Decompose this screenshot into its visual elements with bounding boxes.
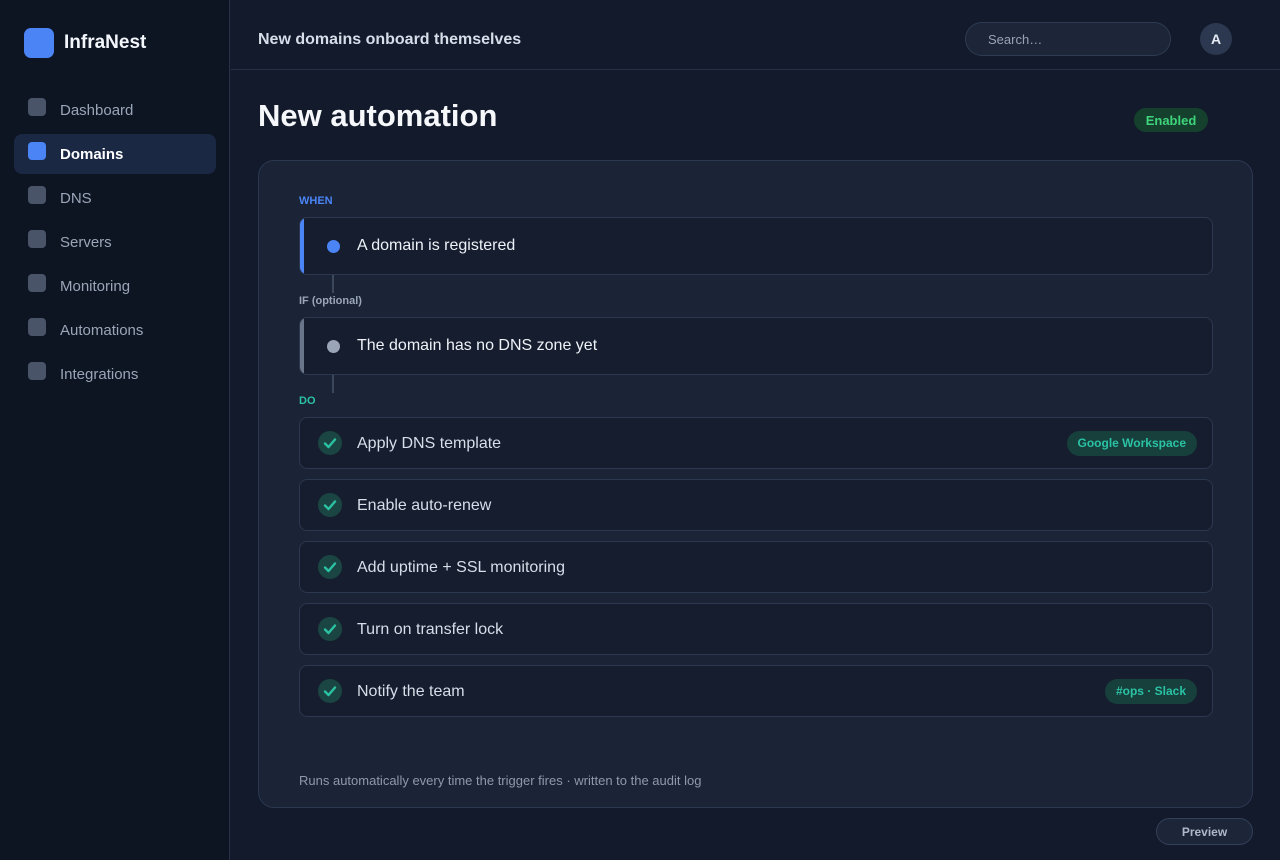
- topbar-title: New domains onboard themselves: [258, 31, 522, 48]
- action-item[interactable]: Enable auto-renew: [299, 479, 1213, 531]
- sidebar-item-domains[interactable]: Domains: [14, 134, 216, 174]
- monitoring-icon: [28, 274, 46, 292]
- sidebar-item-servers[interactable]: Servers: [14, 222, 216, 262]
- topbar: New domains onboard themselves A: [231, 0, 1280, 70]
- action-text: Apply DNS template: [357, 435, 502, 452]
- condition-step[interactable]: The domain has no DNS zone yet: [299, 317, 1213, 375]
- automations-icon: [28, 318, 46, 336]
- condition-accent: [300, 318, 304, 374]
- trigger-accent: [300, 218, 304, 274]
- condition-dot-icon: [327, 340, 340, 353]
- status-badge[interactable]: Enabled: [1134, 108, 1208, 132]
- check-icon: [318, 679, 342, 703]
- sidebar-item-dashboard[interactable]: Dashboard: [14, 90, 216, 130]
- sidebar-item-dns[interactable]: DNS: [14, 178, 216, 218]
- search-input[interactable]: [965, 22, 1171, 56]
- brand[interactable]: InfraNest: [24, 28, 146, 58]
- action-item[interactable]: Notify the team #ops · Slack: [299, 665, 1213, 717]
- servers-icon: [28, 230, 46, 248]
- sidebar-item-label: Domains: [60, 145, 124, 163]
- connector-line: [332, 375, 334, 393]
- connector-line: [332, 275, 334, 293]
- do-label: DO: [299, 395, 316, 407]
- action-text: Enable auto-renew: [357, 497, 492, 514]
- avatar[interactable]: A: [1200, 23, 1232, 55]
- check-icon: [318, 493, 342, 517]
- trigger-step[interactable]: A domain is registered: [299, 217, 1213, 275]
- action-item[interactable]: Turn on transfer lock: [299, 603, 1213, 655]
- sidebar-item-label: Dashboard: [60, 101, 134, 119]
- action-tag: #ops · Slack: [1104, 679, 1197, 704]
- sidebar-item-integrations[interactable]: Integrations: [14, 354, 216, 394]
- check-icon: [318, 617, 342, 641]
- check-icon: [318, 555, 342, 579]
- dns-icon: [28, 186, 46, 204]
- trigger-text: A domain is registered: [357, 237, 516, 254]
- action-item[interactable]: Add uptime + SSL monitoring: [299, 541, 1213, 593]
- action-text: Add uptime + SSL monitoring: [357, 559, 565, 576]
- sidebar-item-label: Monitoring: [60, 277, 131, 295]
- sidebar-item-label: Integrations: [60, 365, 139, 383]
- condition-text: The domain has no DNS zone yet: [357, 337, 598, 354]
- app-name: InfraNest: [64, 32, 147, 53]
- if-label: IF (optional): [299, 295, 362, 307]
- trigger-dot-icon: [327, 240, 340, 253]
- automation-card: WHEN A domain is registered IF (optional…: [258, 160, 1253, 808]
- integrations-icon: [28, 362, 46, 380]
- sidebar-item-monitoring[interactable]: Monitoring: [14, 266, 216, 306]
- check-icon: [318, 431, 342, 455]
- sidebar: InfraNest Dashboard Domains DNS Servers …: [0, 0, 230, 860]
- action-text: Turn on transfer lock: [357, 621, 504, 638]
- page-title: New automation: [258, 98, 498, 133]
- action-text: Notify the team: [357, 683, 465, 700]
- sidebar-item-label: DNS: [60, 189, 92, 207]
- domains-icon: [28, 142, 46, 160]
- action-tag: Google Workspace: [1066, 431, 1197, 456]
- sidebar-item-label: Servers: [60, 233, 112, 251]
- dashboard-icon: [28, 98, 46, 116]
- sidebar-item-label: Automations: [60, 321, 144, 339]
- when-label: WHEN: [299, 195, 333, 207]
- preview-button[interactable]: Preview: [1156, 818, 1253, 845]
- sidebar-nav: Dashboard Domains DNS Servers Monitoring…: [14, 90, 216, 398]
- logo-icon: [24, 28, 54, 58]
- footnote: Runs automatically every time the trigge…: [299, 773, 702, 788]
- sidebar-item-automations[interactable]: Automations: [14, 310, 216, 350]
- action-item[interactable]: Apply DNS template Google Workspace: [299, 417, 1213, 469]
